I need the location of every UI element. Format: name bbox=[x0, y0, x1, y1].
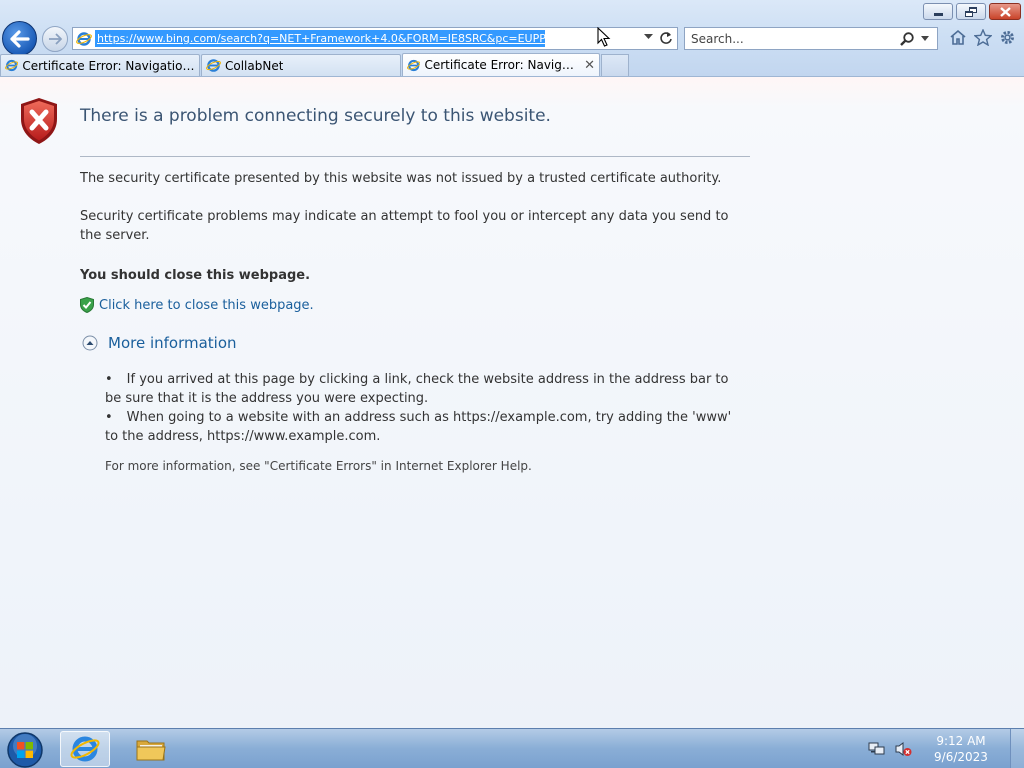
ie-page-icon bbox=[407, 59, 421, 71]
list-item: • If you arrived at this page by clicking… bbox=[105, 372, 729, 406]
search-box[interactable] bbox=[684, 27, 938, 50]
chevron-down-icon[interactable] bbox=[921, 36, 929, 41]
close-webpage-link[interactable]: Click here to close this webpage. bbox=[99, 298, 314, 313]
clock-date: 9/6/2023 bbox=[934, 750, 988, 764]
tab-certificate-error-active[interactable]: Certificate Error: Navigatio... ✕ bbox=[402, 53, 600, 76]
command-icons bbox=[948, 27, 1017, 47]
volume-muted-icon[interactable] bbox=[894, 741, 912, 757]
security-warning-text: Security certificate problems may indica… bbox=[80, 209, 729, 243]
more-information-label[interactable]: More information bbox=[108, 334, 237, 352]
address-url[interactable]: https://www.bing.com/search?q=NET+Framew… bbox=[95, 30, 545, 47]
address-bar[interactable]: https://www.bing.com/search?q=NET+Framew… bbox=[72, 27, 678, 50]
system-clock[interactable]: 9:12 AM 9/6/2023 bbox=[926, 733, 996, 765]
ie-page-icon bbox=[5, 59, 19, 72]
tab-collabnet[interactable]: CollabNet bbox=[201, 54, 401, 76]
tab-label: Certificate Error: Navigatio... bbox=[424, 58, 578, 72]
tab-label: CollabNet bbox=[225, 58, 284, 73]
forward-button[interactable] bbox=[42, 26, 68, 52]
divider bbox=[80, 156, 750, 157]
internet-explorer-icon bbox=[70, 736, 100, 762]
collapse-arrow-icon bbox=[82, 335, 98, 351]
restore-icon bbox=[965, 6, 977, 17]
page-title: There is a problem connecting securely t… bbox=[80, 106, 551, 126]
network-icon[interactable] bbox=[868, 741, 886, 757]
ie-page-icon bbox=[206, 59, 221, 72]
favorites-button[interactable] bbox=[973, 27, 992, 47]
close-window-button[interactable] bbox=[989, 3, 1021, 20]
tab-close-icon[interactable]: ✕ bbox=[578, 58, 595, 73]
mouse-cursor-icon bbox=[597, 27, 611, 47]
list-item-text: When going to a website with an address … bbox=[105, 410, 732, 444]
chevron-down-icon[interactable] bbox=[644, 34, 653, 40]
help-footnote: For more information, see "Certificate E… bbox=[105, 459, 532, 473]
shield-error-icon bbox=[21, 98, 57, 144]
tab-certificate-error-1[interactable]: Certificate Error: Navigation Bl... bbox=[0, 54, 200, 76]
show-desktop-button[interactable] bbox=[1010, 729, 1024, 768]
page-content: There is a problem connecting securely t… bbox=[0, 77, 1024, 728]
taskbar-internet-explorer[interactable] bbox=[60, 731, 110, 767]
home-button[interactable] bbox=[948, 27, 967, 47]
more-information-list: • If you arrived at this page by clicking… bbox=[105, 370, 745, 446]
back-button[interactable] bbox=[2, 21, 37, 56]
home-icon bbox=[949, 29, 966, 45]
close-icon bbox=[999, 6, 1011, 17]
search-input[interactable] bbox=[691, 31, 891, 46]
more-information-toggle[interactable]: More information bbox=[82, 334, 237, 352]
new-tab-button[interactable] bbox=[601, 54, 629, 76]
forward-arrow-icon bbox=[49, 33, 62, 45]
tab-strip: Certificate Error: Navigation Bl... Coll… bbox=[0, 53, 629, 77]
refresh-icon[interactable] bbox=[659, 31, 673, 45]
recommendation-text: You should close this webpage. bbox=[80, 268, 311, 283]
close-webpage-row[interactable]: Click here to close this webpage. bbox=[80, 297, 314, 313]
certificate-issue-text: The security certificate presented by th… bbox=[80, 171, 722, 186]
ie-page-icon bbox=[76, 31, 92, 46]
back-arrow-icon bbox=[9, 29, 30, 48]
system-tray: 9:12 AM 9/6/2023 bbox=[868, 729, 1024, 768]
list-item-text: If you arrived at this page by clicking … bbox=[105, 372, 729, 406]
star-icon bbox=[973, 28, 992, 46]
window-controls bbox=[923, 3, 1021, 20]
minimize-icon bbox=[933, 13, 943, 16]
shield-check-icon bbox=[80, 297, 94, 313]
magnifier-icon[interactable] bbox=[899, 31, 915, 47]
tray-icons bbox=[868, 741, 912, 757]
gear-icon bbox=[1001, 30, 1014, 44]
start-button[interactable] bbox=[6, 731, 44, 768]
taskbar: 9:12 AM 9/6/2023 bbox=[0, 728, 1024, 768]
browser-chrome: https://www.bing.com/search?q=NET+Framew… bbox=[0, 0, 1024, 77]
taskbar-windows-explorer[interactable] bbox=[126, 731, 176, 767]
tools-button[interactable] bbox=[998, 27, 1017, 47]
list-item: • When going to a website with an address… bbox=[105, 410, 732, 444]
tab-label: Certificate Error: Navigation Bl... bbox=[22, 58, 195, 73]
clock-time: 9:12 AM bbox=[936, 734, 986, 748]
restore-button[interactable] bbox=[956, 3, 986, 20]
minimize-button[interactable] bbox=[923, 3, 953, 20]
folder-icon bbox=[136, 740, 166, 761]
